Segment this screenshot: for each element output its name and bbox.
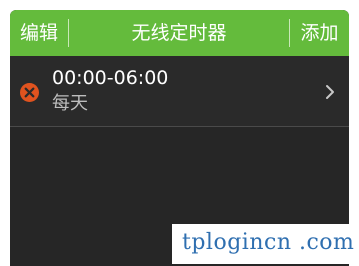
add-button[interactable]: 添加 [290,10,349,56]
list-divider [10,126,349,127]
timer-repeat-label: 每天 [52,93,88,114]
delete-circle-icon[interactable] [20,83,39,102]
top-bar: 编辑 无线定时器 添加 [10,10,349,56]
edit-button[interactable]: 编辑 [10,10,68,56]
chevron-right-icon [326,85,334,99]
watermark: tplogincn .com [172,224,357,264]
watermark-text: tplogincn .com [182,230,355,255]
page-title: 无线定时器 [131,22,227,44]
timer-time-range: 00:00-06:00 [52,67,169,89]
timer-list-item[interactable]: 00:00-06:00 每天 [10,56,349,126]
